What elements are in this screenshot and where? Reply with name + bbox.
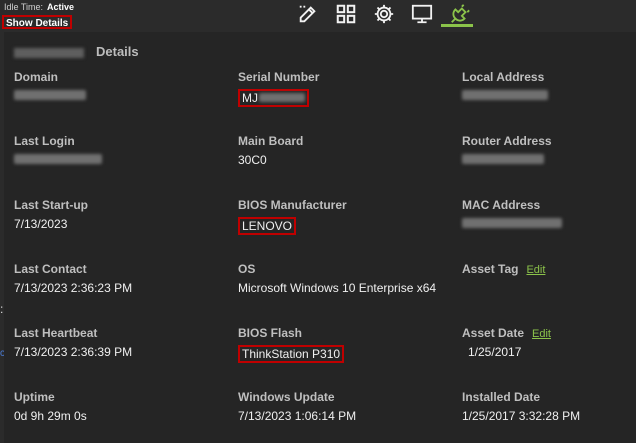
field-label: Uptime xyxy=(14,390,55,404)
field-last-login: Last Login xyxy=(14,134,224,168)
redacted-device-name xyxy=(14,47,84,58)
field-value: 7/13/2023 xyxy=(14,217,68,231)
field-label: Router Address xyxy=(462,134,552,148)
field-value xyxy=(462,281,636,296)
field-label: Last Login xyxy=(14,134,75,148)
highlight-box: MJ xyxy=(238,89,309,107)
highlight-box: ThinkStation P310 xyxy=(238,345,345,363)
field-label: Asset Tag Edit xyxy=(462,262,636,276)
field-label: Last Heartbeat xyxy=(14,326,98,340)
field-value: 7/13/2023 2:36:23 PM xyxy=(14,281,133,295)
show-details-button[interactable]: Show Details xyxy=(2,15,73,29)
field-label: Domain xyxy=(14,70,59,84)
field-label: Windows Update xyxy=(238,390,335,404)
field-label: BIOS Manufacturer xyxy=(238,198,347,212)
field-label: Main Board xyxy=(238,134,304,148)
field-installed-date: Installed Date 1/25/2017 3:32:28 PM xyxy=(462,390,636,424)
edit-icon[interactable] xyxy=(296,2,320,26)
edge-fragment: : xyxy=(0,302,4,316)
details-panel: Details Domain Serial Number MJ Local Ad… xyxy=(4,32,636,443)
field-value xyxy=(462,89,636,104)
field-serial-number: Serial Number MJ xyxy=(238,70,448,107)
field-uptime: Uptime 0d 9h 29m 0s xyxy=(14,390,224,424)
redacted-value xyxy=(462,154,544,164)
label-text: Asset Tag xyxy=(462,262,519,276)
field-label: BIOS Flash xyxy=(238,326,303,340)
field-os: OS Microsoft Windows 10 Enterprise x64 xyxy=(238,262,462,296)
field-label: MAC Address xyxy=(462,198,541,212)
field-value: Microsoft Windows 10 Enterprise x64 xyxy=(238,281,437,295)
field-label: Local Address xyxy=(462,70,545,84)
field-value: 7/13/2023 1:06:14 PM xyxy=(238,409,357,423)
redacted-value xyxy=(259,93,305,102)
field-label: Installed Date xyxy=(462,390,541,404)
field-value: ThinkStation P310 xyxy=(238,345,448,363)
field-mac-address: MAC Address xyxy=(462,198,636,232)
plug-icon[interactable] xyxy=(448,2,472,26)
field-value: 30C0 xyxy=(238,153,267,167)
field-windows-update: Windows Update 7/13/2023 1:06:14 PM xyxy=(238,390,448,424)
panel-title: Details xyxy=(14,44,139,59)
field-last-startup: Last Start-up 7/13/2023 xyxy=(14,198,224,232)
field-bios-manufacturer: BIOS Manufacturer LENOVO xyxy=(238,198,448,235)
field-value xyxy=(14,153,224,168)
redacted-value xyxy=(14,90,86,100)
field-local-address: Local Address xyxy=(462,70,636,104)
top-bar: Idle Time: Active Show Details xyxy=(0,0,636,32)
field-value: MJ xyxy=(238,89,448,107)
gear-icon[interactable] xyxy=(372,2,396,26)
field-label: Serial Number xyxy=(238,70,320,84)
field-domain: Domain xyxy=(14,70,224,104)
highlight-box: LENOVO xyxy=(238,217,297,235)
field-label: OS xyxy=(238,262,256,276)
field-value: 1/25/2017 3:32:28 PM xyxy=(462,409,581,423)
field-bios-flash: BIOS Flash ThinkStation P310 xyxy=(238,326,448,363)
field-asset-tag: Asset Tag Edit xyxy=(462,262,636,296)
field-value xyxy=(462,153,636,168)
field-value: LENOVO xyxy=(238,217,448,235)
field-main-board: Main Board 30C0 xyxy=(238,134,448,168)
field-last-contact: Last Contact 7/13/2023 2:36:23 PM xyxy=(14,262,224,296)
idle-label: Idle Time: xyxy=(4,2,44,12)
active-tab-indicator xyxy=(441,24,473,27)
field-value: 7/13/2023 2:36:39 PM xyxy=(14,345,133,359)
field-router-address: Router Address xyxy=(462,134,636,168)
monitor-icon[interactable] xyxy=(410,2,434,26)
edit-asset-tag-link[interactable]: Edit xyxy=(526,264,545,276)
serial-value: MJ xyxy=(242,91,258,105)
field-value xyxy=(462,217,636,232)
field-asset-date: Asset Date Edit 1/25/2017 xyxy=(462,326,636,360)
field-value xyxy=(14,89,224,104)
field-value: 0d 9h 29m 0s xyxy=(14,409,87,423)
redacted-value xyxy=(14,154,102,164)
idle-value: Active xyxy=(47,2,75,12)
idle-status: Idle Time: Active xyxy=(4,2,74,12)
field-value: 1/25/2017 xyxy=(468,345,522,359)
redacted-value xyxy=(462,90,548,100)
field-label: Last Contact xyxy=(14,262,87,276)
grid-icon[interactable] xyxy=(334,2,358,26)
redacted-value xyxy=(462,218,562,228)
edit-asset-date-link[interactable]: Edit xyxy=(532,328,551,340)
field-last-heartbeat: Last Heartbeat 7/13/2023 2:36:39 PM xyxy=(14,326,224,360)
panel-title-text: Details xyxy=(96,44,139,59)
field-label: Last Start-up xyxy=(14,198,89,212)
label-text: Asset Date xyxy=(462,326,525,340)
field-label: Asset Date Edit xyxy=(462,326,636,340)
